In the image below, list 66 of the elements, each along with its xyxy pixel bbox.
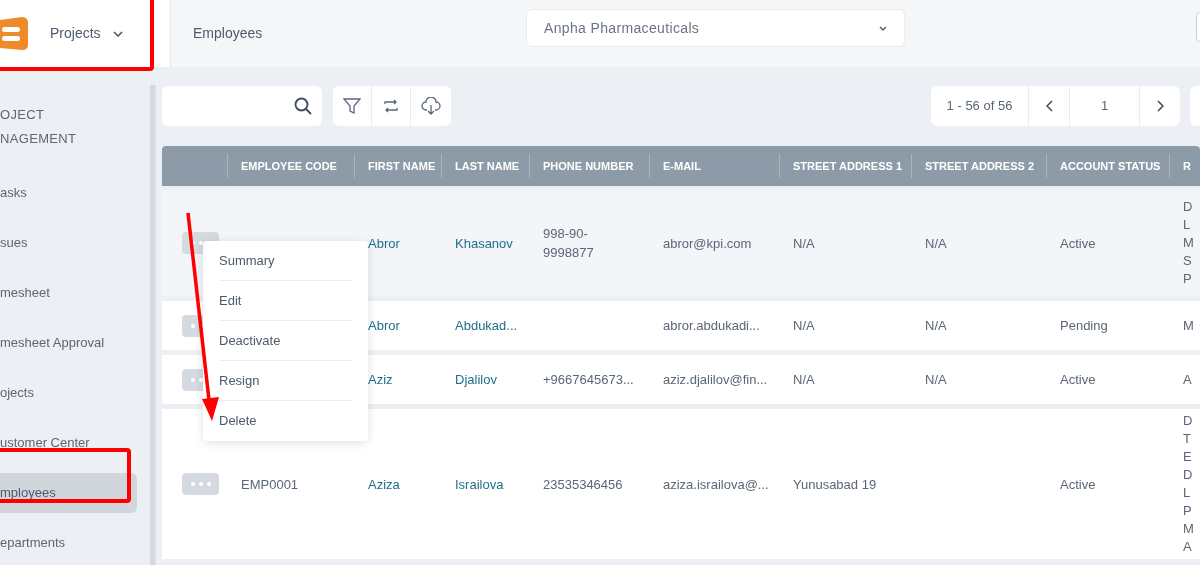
page-title: Employees <box>193 24 263 43</box>
name-link[interactable]: Djalilov <box>455 370 528 389</box>
sidebar-item[interactable]: asks <box>0 173 138 213</box>
name-link[interactable]: Khasanov <box>455 233 528 253</box>
table-cell-text: D T E D L P M A <box>1183 412 1195 556</box>
column-header[interactable]: LAST NAME <box>455 157 520 175</box>
name-link[interactable]: Abror <box>368 316 440 335</box>
table-cell-text: N/A <box>793 371 816 389</box>
table-cell-text: A <box>1183 370 1193 389</box>
sidebar-item[interactable]: ustomer Center <box>0 423 138 463</box>
name-link[interactable]: Aziza <box>368 474 440 494</box>
swap-arrows-icon <box>383 98 399 114</box>
chevron-down-icon <box>112 30 123 37</box>
chevron-left-icon <box>1045 100 1053 112</box>
column-header[interactable]: FIRST NAME <box>368 157 436 175</box>
name-link[interactable]: Israilova <box>455 474 528 494</box>
name-link[interactable]: Abror <box>368 233 440 253</box>
company-select[interactable]: Anpha Pharmaceuticals <box>526 9 905 47</box>
column-header[interactable]: STREET ADDRESS 1 <box>793 157 902 175</box>
search-field[interactable] <box>162 86 322 126</box>
table-cell-text: N/A <box>925 234 948 253</box>
column-header[interactable]: STREET ADDRESS 2 <box>925 157 1034 175</box>
table-cell-text: abror@kpi.com <box>663 234 753 253</box>
cloud-download-icon <box>421 97 441 115</box>
table-cell-text: EMP0001 <box>241 475 300 494</box>
sidebar-item[interactable]: ojects <box>0 373 138 413</box>
table-cell-text: Active <box>1060 371 1097 389</box>
search-icon <box>294 97 312 115</box>
chevron-down-icon <box>879 25 887 31</box>
menu-item[interactable]: Resign <box>219 361 352 401</box>
menu-item[interactable]: Edit <box>219 281 352 321</box>
filter-icon <box>343 97 361 115</box>
table-cell-text: M <box>1183 316 1195 335</box>
table-cell-text: +9667645673... <box>543 371 635 389</box>
column-header[interactable]: R <box>1183 157 1191 175</box>
page-range: 1 - 56 of 56 <box>931 86 1029 126</box>
table-cell-text: aziz.djalilov@fin... <box>663 371 769 389</box>
column-header[interactable]: EMPLOYEE CODE <box>241 157 337 175</box>
table-cell-text: 998-90- 9998877 <box>543 225 595 262</box>
table-cell-text: N/A <box>925 317 948 335</box>
page-number-field[interactable]: 1 <box>1070 86 1140 126</box>
column-header[interactable]: PHONE NUMBER <box>543 157 634 175</box>
sidebar-section-title: OJECT NAGEMENT <box>0 106 78 148</box>
sidebar-item[interactable]: mesheet <box>0 273 138 313</box>
table-cell-text: Yunusabad 19 <box>793 475 878 494</box>
table-cell-text: abror.abdukadi... <box>663 317 761 335</box>
menu-item[interactable]: Deactivate <box>219 321 352 361</box>
menu-item[interactable]: Summary <box>219 241 352 281</box>
table-cell-text: Active <box>1060 475 1097 494</box>
name-link[interactable]: Abdukad... <box>455 316 528 335</box>
name-link[interactable]: Aziz <box>368 370 440 389</box>
table-cell-text: N/A <box>793 234 816 253</box>
table-cell-text: D L M S P <box>1183 198 1195 288</box>
table-cell-text: Active <box>1060 234 1097 253</box>
chevron-right-icon <box>1156 100 1164 112</box>
table-cell-text: aziza.israilova@... <box>663 475 770 494</box>
table-cell-text: N/A <box>793 317 816 335</box>
table-cell-text: N/A <box>925 371 948 389</box>
module-dropdown[interactable]: Projects <box>50 23 123 44</box>
sidebar-item[interactable]: mesheet Approval <box>0 323 138 363</box>
table-cell-text: 23535346456 <box>543 475 624 494</box>
column-header[interactable]: ACCOUNT STATUS <box>1060 157 1161 175</box>
column-header[interactable]: E-MAIL <box>663 157 701 175</box>
sidebar-item[interactable]: epartments <box>0 523 138 563</box>
sidebar-item[interactable]: sues <box>0 223 138 263</box>
table-cell-text: Pending <box>1060 317 1109 335</box>
